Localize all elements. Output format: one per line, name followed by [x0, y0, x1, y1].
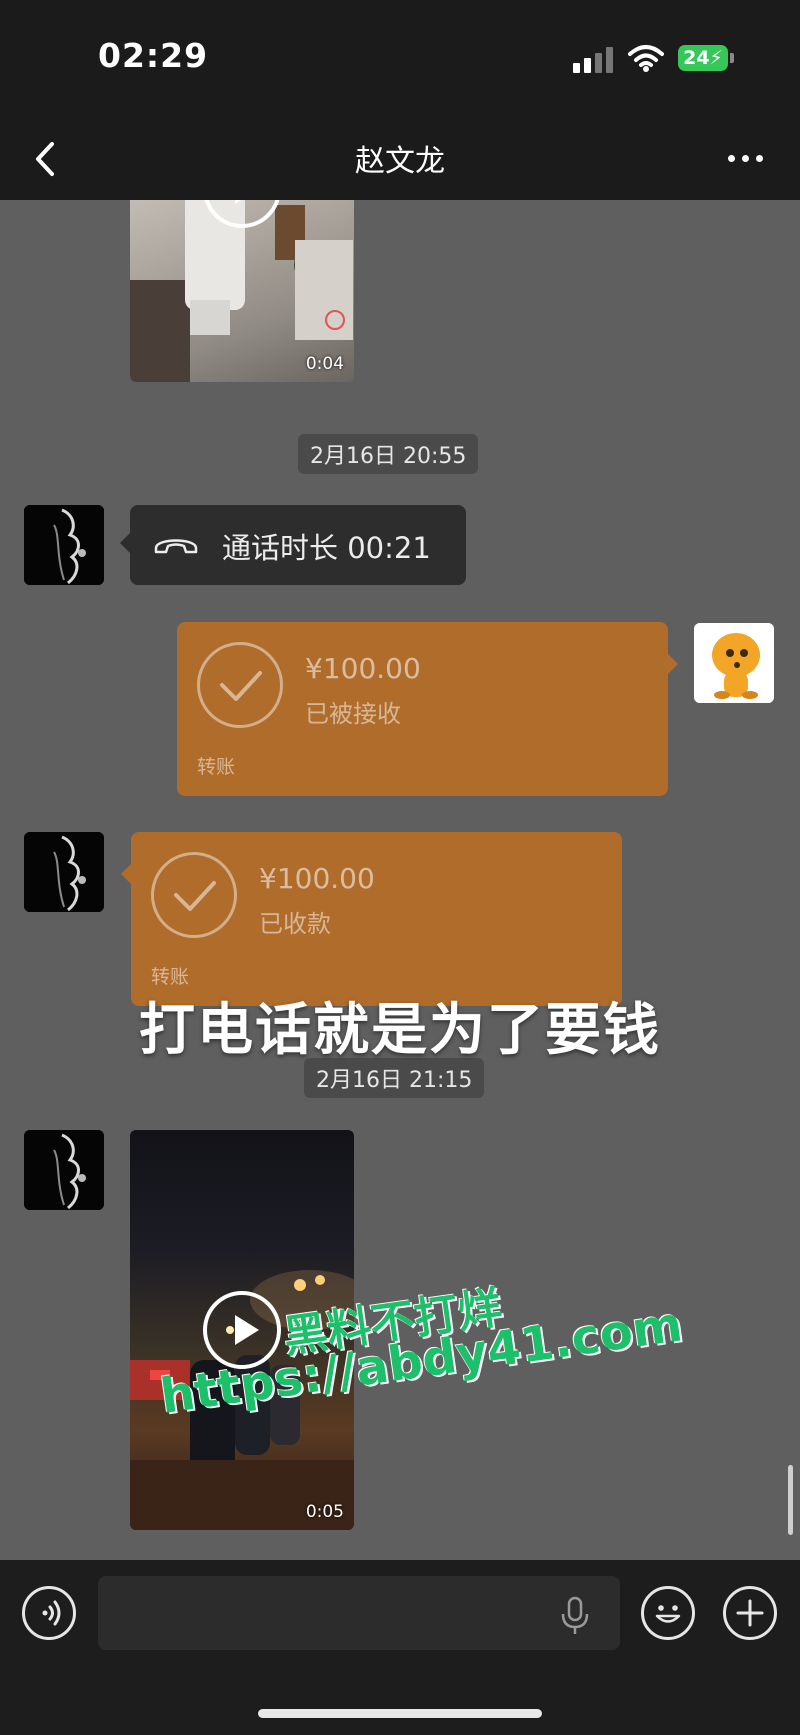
my-avatar[interactable]: [694, 623, 774, 703]
wifi-icon: [628, 45, 664, 72]
battery-indicator: 24⚡: [678, 45, 728, 71]
transfer-status: 已收款: [259, 910, 331, 938]
call-duration-text: 通话时长 00:21: [222, 531, 431, 565]
check-circle-icon: [197, 642, 283, 728]
plus-icon[interactable]: [723, 1586, 777, 1640]
voice-icon[interactable]: [22, 1586, 76, 1640]
transfer-label: 转账: [197, 756, 236, 778]
video-duration: 0:04: [305, 354, 344, 374]
chat-title: 赵文龙: [355, 144, 445, 179]
emoji-icon[interactable]: [641, 1586, 695, 1640]
avatar-image: [24, 1130, 104, 1210]
scroll-indicator[interactable]: [788, 1465, 793, 1535]
contact-avatar[interactable]: [24, 505, 104, 585]
message-input[interactable]: [98, 1576, 620, 1650]
overlay-caption: 打电话就是为了要钱: [139, 998, 661, 1063]
status-bar: 02:29 24⚡: [0, 0, 800, 118]
input-bar: [0, 1560, 800, 1735]
contact-avatar[interactable]: [24, 1130, 104, 1210]
avatar-image: [24, 505, 104, 585]
check-circle-icon: [151, 852, 237, 938]
bubble-caret: [121, 864, 131, 884]
avatar-image: [24, 832, 104, 912]
contact-avatar[interactable]: [24, 832, 104, 912]
phone-hangup-icon: [154, 539, 198, 554]
transfer-received-card[interactable]: ¥100.00 已收款 转账: [121, 832, 622, 1006]
timestamp: 2月16日 20:55: [298, 434, 479, 474]
more-icon[interactable]: [726, 148, 766, 168]
home-indicator[interactable]: [258, 1709, 542, 1718]
signal-icon: [573, 47, 615, 73]
battery-nub: [730, 53, 734, 63]
status-time: 02:29: [98, 36, 209, 75]
transfer-amount: ¥100.00: [259, 862, 375, 895]
video-message[interactable]: 0:04: [130, 200, 354, 382]
call-record-bubble[interactable]: 通话时长 00:21: [120, 505, 466, 585]
transfer-status: 已被接收: [305, 700, 401, 728]
chat-header: 赵文龙: [0, 118, 800, 200]
avatar-image: [694, 623, 774, 703]
video-duration: 0:05: [305, 1502, 344, 1522]
transfer-sent-card[interactable]: ¥100.00 已被接收 转账: [177, 622, 678, 796]
bubble-caret: [668, 654, 678, 674]
transfer-amount: ¥100.00: [305, 652, 421, 685]
mic-icon[interactable]: [560, 1596, 590, 1636]
battery-level: 24: [683, 47, 710, 69]
